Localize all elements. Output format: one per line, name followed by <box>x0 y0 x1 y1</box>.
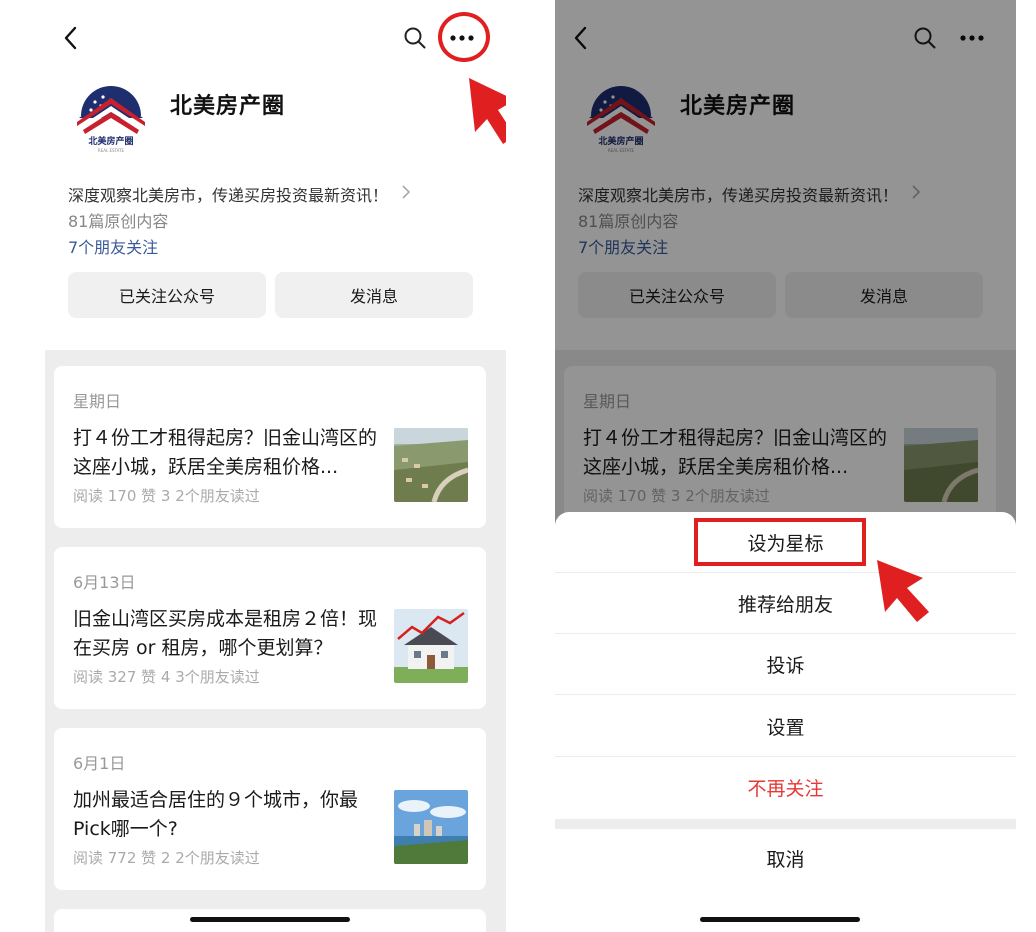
logo-text: 北美房产圈 <box>88 135 133 147</box>
recommend-to-friend-option[interactable]: 推荐给朋友 <box>555 573 1016 634</box>
friends-following-link[interactable]: 7个朋友关注 <box>68 234 158 258</box>
profile-screen: 北美房产圈 REAL ESTATE 北美房产圈 深度观察北美房市，传递买房投资最… <box>45 0 506 932</box>
aerial-town-photo <box>394 428 468 502</box>
top-bar <box>45 0 506 80</box>
pointer-arrow-icon <box>469 78 506 144</box>
article-date: 星期日 <box>73 392 122 411</box>
home-indicator[interactable] <box>190 917 350 922</box>
account-description[interactable]: 深度观察北美房市，传递买房投资最新资讯！ <box>68 182 428 206</box>
more-button-highlight <box>438 12 490 62</box>
followed-button[interactable]: 已关注公众号 <box>68 272 266 318</box>
logo-subtext: REAL ESTATE <box>98 148 125 153</box>
action-sheet: 设为星标 推荐给朋友 投诉 设置 不再关注 取消 <box>555 512 1016 932</box>
article-card[interactable]: 6月1日 加州最适合居住的９个城市，你最Pick哪一个? 阅读 772 赞 2 … <box>54 728 486 890</box>
article-feed: 星期日 打４份工才租得起房？旧金山湾区的这座小城，跃居全美房租价格... 阅读 … <box>45 350 506 932</box>
article-stats: 阅读 170 赞 3 2个朋友读过 <box>73 487 260 505</box>
send-message-button[interactable]: 发消息 <box>275 272 473 318</box>
article-card[interactable]: 星期日 打４份工才租得起房？旧金山湾区的这座小城，跃居全美房租价格... 阅读 … <box>54 366 486 528</box>
article-title[interactable]: 打４份工才租得起房？旧金山湾区的这座小城，跃居全美房租价格... <box>73 424 378 482</box>
home-indicator[interactable] <box>700 917 860 922</box>
city-waterfront-photo <box>394 790 468 864</box>
article-title[interactable]: 旧金山湾区买房成本是租房２倍！现在买房 or 租房，哪个更划算？ <box>73 605 378 663</box>
account-logo: 北美房产圈 REAL ESTATE <box>77 85 145 153</box>
chevron-right-icon[interactable] <box>400 184 412 200</box>
article-stats: 阅读 772 赞 2 2个朋友读过 <box>73 849 260 867</box>
search-icon[interactable] <box>403 26 427 50</box>
set-star-highlight <box>694 518 866 566</box>
house-rising-chart-photo <box>394 609 468 683</box>
report-option[interactable]: 投诉 <box>555 634 1016 695</box>
cancel-button[interactable]: 取消 <box>555 830 1016 886</box>
chevron-left-icon[interactable] <box>59 24 83 52</box>
original-count: 81篇原创内容 <box>68 212 169 231</box>
article-stats: 阅读 327 赞 4 3个朋友读过 <box>73 668 260 686</box>
article-title[interactable]: 加州最适合居住的９个城市，你最Pick哪一个? <box>73 786 378 844</box>
sheet-divider <box>555 819 1016 829</box>
article-date: 6月1日 <box>73 754 126 773</box>
article-card[interactable]: 6月13日 旧金山湾区买房成本是租房２倍！现在买房 or 租房，哪个更划算？ 阅… <box>54 547 486 709</box>
account-name: 北美房产圈 <box>170 94 286 119</box>
pointer-arrow-icon <box>877 560 929 622</box>
article-date: 6月13日 <box>73 573 136 592</box>
unfollow-option[interactable]: 不再关注 <box>555 757 1016 818</box>
profile-screen-with-menu: 北美房产圈 REAL ESTATE 北美房产圈 深度观察北美房市，传递买房投资最… <box>555 0 1016 932</box>
settings-option[interactable]: 设置 <box>555 696 1016 757</box>
